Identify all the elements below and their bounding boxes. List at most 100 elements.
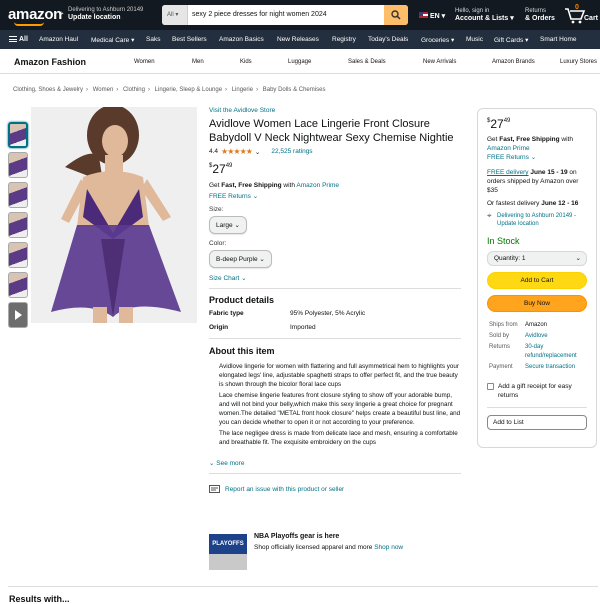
thumbnail-image[interactable] bbox=[8, 272, 28, 298]
promo-title: NBA Playoffs gear is here bbox=[254, 533, 340, 540]
thumbnail-image[interactable] bbox=[8, 122, 28, 148]
subnav-luxury-stores[interactable]: Luxury Stores bbox=[560, 59, 597, 65]
chevron-down-icon: ⌄ bbox=[575, 255, 581, 262]
subnav-new-arrivals[interactable]: New Arrivals bbox=[423, 59, 456, 65]
nav-item-new-releases[interactable]: New Releases bbox=[277, 36, 319, 43]
cart-button[interactable]: 0 Cart bbox=[564, 4, 598, 26]
breadcrumb-item[interactable]: Lingerie bbox=[232, 87, 253, 93]
search-button[interactable] bbox=[384, 5, 408, 25]
seller-info-row: Payment Secure transaction bbox=[489, 363, 585, 372]
payment-link[interactable]: Secure transaction bbox=[525, 363, 585, 372]
divider bbox=[487, 407, 587, 408]
seller-link[interactable]: Avidlove bbox=[525, 332, 585, 341]
us-flag-icon bbox=[419, 12, 428, 18]
thumbnail-image[interactable] bbox=[8, 242, 28, 268]
breadcrumb-item[interactable]: Clothing bbox=[123, 87, 145, 93]
rating-row: 4.4 ★★★★★ ⌄ 22,525 ratings bbox=[209, 147, 461, 156]
report-issue-link[interactable]: Report an issue with this product or sel… bbox=[209, 485, 461, 494]
breadcrumb-item[interactable]: Women bbox=[93, 87, 114, 93]
shop-now-link[interactable]: Shop now bbox=[374, 544, 403, 551]
store-link[interactable]: Visit the Avidlove Store bbox=[209, 107, 461, 114]
deliver-line2: Update location bbox=[68, 14, 121, 21]
add-to-cart-button[interactable]: Add to Cart bbox=[487, 272, 587, 289]
search-bar: All ▾ sexy 2 piece dresses for night wom… bbox=[162, 5, 408, 25]
language-selector[interactable]: EN ▾ bbox=[419, 12, 445, 20]
bottom-section-heading: Results with... bbox=[9, 594, 70, 604]
rating-value: 4.4 bbox=[209, 148, 219, 155]
nav-item-todays-deals[interactable]: Today's Deals bbox=[368, 36, 408, 43]
nav-item-amazon-haul[interactable]: Amazon Haul bbox=[39, 36, 78, 43]
language-label: EN bbox=[430, 13, 440, 20]
cart-label: Cart bbox=[584, 15, 599, 22]
thumbnail-image[interactable] bbox=[8, 212, 28, 238]
amazon-fashion-title[interactable]: Amazon Fashion bbox=[14, 57, 86, 67]
amazon-prime-link[interactable]: Amazon Prime bbox=[296, 182, 339, 189]
search-category-dropdown[interactable]: All ▾ bbox=[162, 5, 188, 25]
thumbnail-image[interactable] bbox=[8, 152, 28, 178]
subnav-amazon-brands[interactable]: Amazon Brands bbox=[492, 59, 535, 65]
divider bbox=[209, 338, 461, 339]
free-returns-link[interactable]: FREE Returns ⌄ bbox=[487, 154, 536, 161]
subnav-men[interactable]: Men bbox=[192, 59, 204, 65]
bullet-item: The lace negligee dress is made from del… bbox=[219, 429, 461, 447]
breadcrumb: Clothing, Shoes & Jewelry › Women › Clothi… bbox=[13, 87, 326, 93]
delivery-location-link[interactable]: ⌖ Delivering to Ashburn 20149 - Update lo… bbox=[487, 212, 587, 228]
breadcrumb-item[interactable]: Clothing, Shoes & Jewelry bbox=[13, 87, 83, 93]
search-icon bbox=[391, 10, 401, 20]
promo-subtitle: Shop officially licensed apparel and mor… bbox=[254, 544, 404, 551]
all-menu-button[interactable]: All bbox=[9, 36, 28, 43]
subnav-women[interactable]: Women bbox=[134, 59, 155, 65]
size-dropdown[interactable]: Large ⌄ bbox=[209, 216, 247, 234]
chevron-down-icon: ⌄ bbox=[209, 460, 215, 467]
account-lists[interactable]: Hello, sign in Account & Lists ▾ bbox=[455, 7, 514, 23]
returns-orders[interactable]: Returns & Orders bbox=[525, 7, 555, 23]
color-dropdown[interactable]: B-deep Purple ⌄ bbox=[209, 250, 272, 268]
nav-item-best-sellers[interactable]: Best Sellers bbox=[172, 36, 207, 43]
nav-item-music[interactable]: Music bbox=[466, 36, 483, 43]
breadcrumb-item[interactable]: Lingerie, Sleep & Lounge bbox=[155, 87, 222, 93]
deliver-to-location[interactable]: ⌖ Delivering to Ashburn 20149 Update loc… bbox=[59, 6, 144, 22]
nav-item-amazon-basics[interactable]: Amazon Basics bbox=[219, 36, 264, 43]
divider bbox=[209, 473, 461, 474]
fashion-subnav: Amazon Fashion Women Men Kids Luggage Sa… bbox=[0, 49, 600, 74]
free-returns-link[interactable]: FREE Returns ⌄ bbox=[209, 192, 461, 200]
thumbnail-image[interactable] bbox=[8, 182, 28, 208]
bullet-item: Avidlove lingerie for women with flatter… bbox=[219, 362, 461, 389]
nav-item-groceries[interactable]: Groceries ▾ bbox=[421, 36, 454, 44]
nba-playoffs-image[interactable]: PLAYOFFS bbox=[209, 534, 247, 570]
deliver-line1: Delivering to Ashburn 20149 bbox=[68, 7, 144, 13]
seller-info-row: Sold by Avidlove bbox=[489, 332, 585, 341]
shipping-info: Get Fast, Free Shipping with Amazon Prim… bbox=[209, 182, 340, 189]
subnav-luggage[interactable]: Luggage bbox=[288, 59, 311, 65]
buy-now-button[interactable]: Buy Now bbox=[487, 295, 587, 312]
ratings-count-link[interactable]: 22,525 ratings bbox=[271, 148, 312, 155]
free-delivery-link[interactable]: FREE delivery bbox=[487, 169, 529, 176]
nav-item-saks[interactable]: Saks bbox=[146, 36, 160, 43]
amazon-logo[interactable]: amazon bbox=[8, 6, 62, 23]
buy-box: $2749 Get Fast, Free Shipping with Amazon… bbox=[477, 108, 597, 448]
breadcrumb-item[interactable]: Baby Dolls & Chemises bbox=[263, 87, 326, 93]
image-thumbnails bbox=[8, 122, 30, 332]
chevron-down-icon[interactable]: ⌄ bbox=[255, 148, 260, 156]
size-chart-link[interactable]: Size Chart ⌄ bbox=[209, 274, 461, 282]
nav-item-registry[interactable]: Registry bbox=[332, 36, 356, 43]
amazon-prime-link[interactable]: Amazon Prime bbox=[487, 145, 530, 152]
location-pin-icon: ⌖ bbox=[59, 9, 64, 18]
thumbnail-video[interactable] bbox=[8, 302, 28, 328]
returns-policy-link[interactable]: 30-day refund/replacement bbox=[525, 343, 585, 361]
subnav-kids[interactable]: Kids bbox=[240, 59, 252, 65]
main-product-image[interactable] bbox=[31, 107, 197, 323]
see-more-link[interactable]: ⌄ See more bbox=[209, 459, 461, 467]
add-to-list-button[interactable]: Add to List bbox=[487, 415, 587, 430]
detail-row: Origin Imported bbox=[209, 324, 316, 331]
gift-receipt-checkbox[interactable] bbox=[487, 383, 494, 390]
quantity-dropdown[interactable]: Quantity: 1 ⌄ bbox=[487, 251, 587, 266]
nav-item-gift-cards[interactable]: Gift Cards ▾ bbox=[494, 36, 528, 44]
search-input[interactable]: sexy 2 piece dresses for night women 202… bbox=[192, 11, 327, 18]
subnav-sales-deals[interactable]: Sales & Deals bbox=[348, 59, 386, 65]
about-heading: About this item bbox=[209, 346, 275, 356]
nav-item-medical-care[interactable]: Medical Care ▾ bbox=[91, 36, 134, 44]
fastest-delivery: Or fastest delivery June 12 - 16 bbox=[487, 200, 579, 207]
nav-item-smart-home[interactable]: Smart Home bbox=[540, 36, 576, 43]
star-rating-icon[interactable]: ★★★★★ bbox=[221, 147, 253, 156]
